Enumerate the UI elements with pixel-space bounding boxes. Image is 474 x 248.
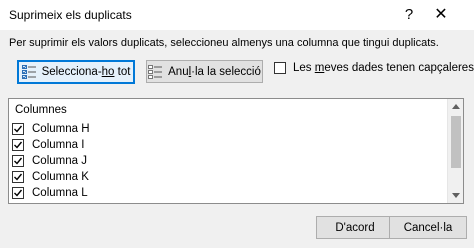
unselect-all-icon	[148, 64, 163, 79]
instruction-text: Per suprimir els valors duplicats, selec…	[9, 37, 439, 49]
scroll-up-arrow-icon[interactable]	[448, 99, 463, 114]
scrollbar-thumb[interactable]	[451, 116, 461, 168]
remove-duplicates-dialog: Suprimeix els duplicats ? ✕ Per suprimir…	[0, 0, 474, 248]
list-item[interactable]: Columna K	[12, 169, 89, 185]
scroll-down-arrow-icon[interactable]	[448, 188, 463, 203]
title-bar: Suprimeix els duplicats ? ✕	[0, 0, 474, 30]
list-item[interactable]: Columna I	[12, 137, 84, 153]
unselect-all-button[interactable]: Anul·la la selecció	[146, 60, 263, 83]
checkmark-icon	[14, 157, 23, 165]
column-label: Columna L	[32, 187, 88, 199]
checkmark-icon	[14, 173, 23, 181]
headers-checkbox[interactable]	[274, 62, 286, 74]
select-all-icon	[21, 65, 36, 79]
close-button[interactable]: ✕	[430, 5, 452, 25]
list-item[interactable]: Columna L	[12, 185, 88, 201]
checkmark-icon	[14, 141, 23, 149]
cancel-button[interactable]: Cancel·la	[389, 216, 467, 239]
list-item[interactable]: Columna H	[12, 121, 90, 137]
select-all-label: Selecciona-ho tot	[41, 66, 131, 78]
column-checkbox[interactable]	[12, 139, 24, 151]
unselect-all-label: Anul·la la selecció	[168, 65, 261, 78]
column-checkbox[interactable]	[12, 187, 24, 199]
vertical-scrollbar[interactable]	[447, 99, 463, 203]
column-checkbox[interactable]	[12, 155, 24, 167]
column-checkbox[interactable]	[12, 171, 24, 183]
column-label: Columna I	[32, 139, 85, 151]
columns-list[interactable]: Columnes Columna H Columna I Columna J C…	[8, 98, 464, 204]
columns-list-header: Columnes	[15, 104, 67, 116]
column-label: Columna J	[32, 155, 87, 167]
select-all-button[interactable]: Selecciona-ho tot	[17, 60, 135, 84]
help-button[interactable]: ?	[398, 5, 420, 25]
ok-button[interactable]: D'acord	[316, 216, 394, 239]
checkmark-icon	[14, 125, 23, 133]
headers-checkbox-label: Les meves dades tenen capçaleres	[293, 62, 474, 74]
column-label: Columna K	[32, 171, 89, 183]
checkmark-icon	[14, 189, 23, 197]
dialog-title: Suprimeix els duplicats	[9, 8, 132, 22]
column-label: Columna H	[32, 123, 90, 135]
headers-checkbox-row[interactable]: Les meves dades tenen capçaleres	[274, 62, 474, 74]
column-checkbox[interactable]	[12, 123, 24, 135]
list-item[interactable]: Columna J	[12, 153, 87, 169]
